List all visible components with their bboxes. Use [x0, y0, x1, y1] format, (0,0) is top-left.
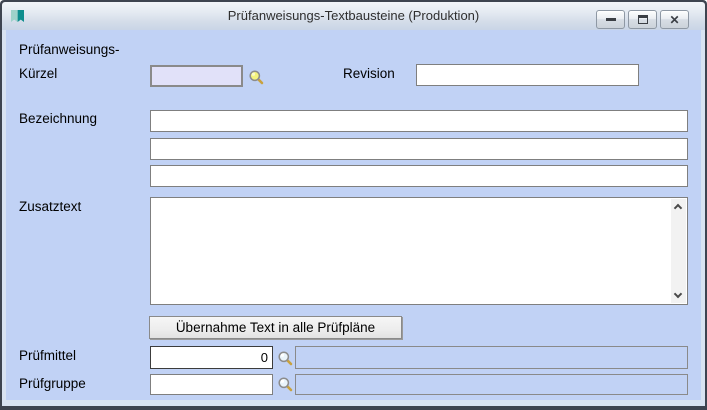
zusatztext-input[interactable] [151, 198, 671, 304]
scroll-up-icon[interactable] [673, 203, 683, 213]
pruefgruppe-lookup-icon[interactable] [277, 376, 293, 392]
transfer-text-button[interactable]: Übernahme Text in alle Prüfpläne [149, 316, 402, 339]
pruefgruppe-description [295, 374, 688, 395]
dialog-window: Prüfanweisungs-Textbausteine (Produktion… [0, 0, 707, 410]
close-icon: ✕ [669, 12, 680, 27]
pruefmittel-description [295, 346, 688, 369]
maximize-button[interactable] [628, 10, 657, 29]
window-controls: ✕ [596, 10, 689, 29]
minimize-button[interactable] [596, 10, 625, 29]
bezeichnung-input-3[interactable] [150, 165, 688, 187]
bezeichnung-input-2[interactable] [150, 138, 688, 160]
close-button[interactable]: ✕ [660, 10, 689, 29]
zusatztext-scrollbar[interactable] [671, 199, 686, 303]
pruefmittel-input[interactable] [150, 346, 273, 369]
form-area: Prüfanweisungs- Kürzel Revision Bezeichn… [6, 30, 701, 400]
minimize-icon [605, 18, 616, 21]
revision-input[interactable] [416, 64, 639, 86]
zusatztext-label: Zusatztext [19, 199, 82, 214]
kuerzel-label-line2: Kürzel [19, 66, 58, 81]
zusatztext-box [150, 197, 688, 305]
pruefgruppe-label: Prüfgruppe [19, 376, 86, 391]
bezeichnung-label: Bezeichnung [19, 111, 98, 126]
kuerzel-lookup-icon[interactable] [248, 69, 264, 85]
pruefmittel-label: Prüfmittel [19, 348, 77, 363]
titlebar[interactable]: Prüfanweisungs-Textbausteine (Produktion… [2, 2, 705, 30]
kuerzel-input[interactable] [150, 65, 243, 87]
revision-label: Revision [343, 66, 395, 81]
maximize-icon [637, 15, 648, 24]
kuerzel-label-line1: Prüfanweisungs- [19, 42, 120, 57]
scroll-down-icon[interactable] [673, 289, 683, 299]
pruefmittel-lookup-icon[interactable] [277, 350, 293, 366]
bezeichnung-input-1[interactable] [150, 110, 688, 132]
pruefgruppe-input[interactable] [150, 374, 273, 395]
